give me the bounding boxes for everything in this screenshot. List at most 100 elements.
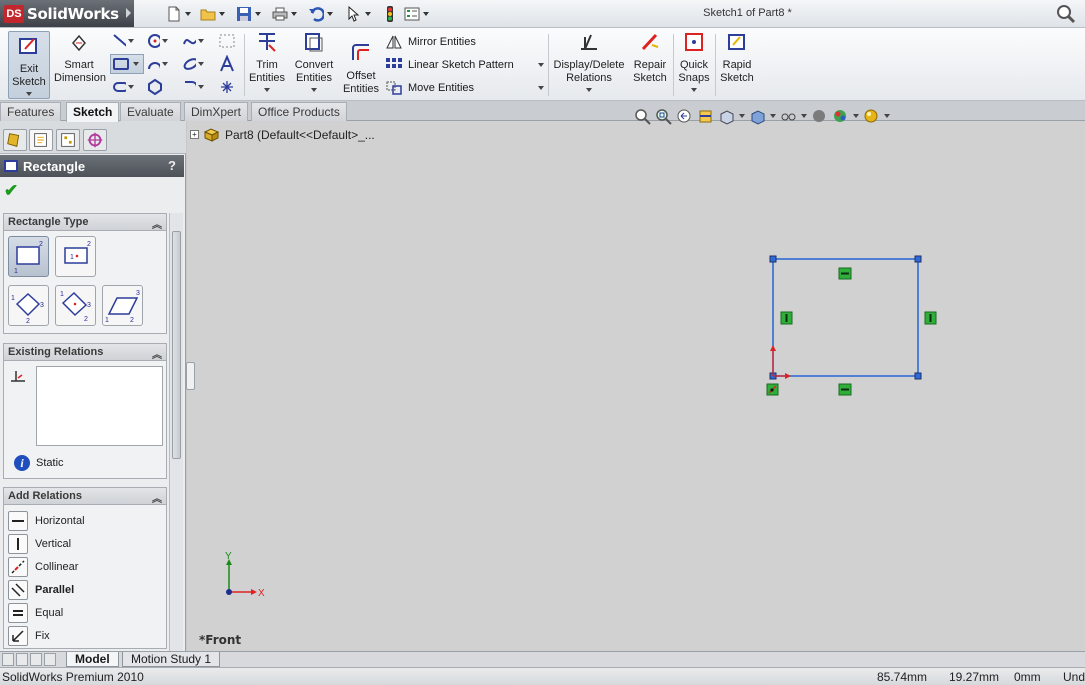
ellipse-tool[interactable] xyxy=(182,54,204,74)
construction-geometry-tool[interactable] xyxy=(218,31,240,51)
first-tab-nav-icon[interactable] xyxy=(2,653,14,666)
scrollbar-thumb[interactable] xyxy=(172,231,181,459)
group-header[interactable]: Rectangle Type ︽ xyxy=(4,214,166,231)
convert-entities-button[interactable]: Convert Entities xyxy=(292,31,336,92)
prev-tab-nav-icon[interactable] xyxy=(16,653,28,666)
corner-point[interactable] xyxy=(914,372,922,380)
parallelogram-option[interactable]: 1 3 2 xyxy=(102,285,143,326)
mirror-entities-button[interactable]: Mirror Entities xyxy=(385,32,476,52)
status-bar: SolidWorks Premium 2010 85.74mm 19.27mm … xyxy=(0,667,1085,685)
spline-tool[interactable] xyxy=(182,31,204,51)
tab-evaluate[interactable]: Evaluate xyxy=(120,102,181,121)
linear-sketch-pattern-button[interactable]: Linear Sketch Pattern xyxy=(385,55,544,75)
view-orientation-icon[interactable] xyxy=(718,108,735,125)
arc-tool[interactable] xyxy=(146,54,168,74)
coincident-relation-badge[interactable] xyxy=(766,383,779,396)
relation-fix[interactable]: Fix xyxy=(8,625,50,646)
chevron-down-icon xyxy=(538,86,544,90)
collapse-icon[interactable]: ︽ xyxy=(152,216,162,231)
point-tool[interactable] xyxy=(218,77,240,97)
circle-tool[interactable] xyxy=(146,31,168,51)
mirror-icon xyxy=(386,35,402,49)
collapse-icon[interactable]: ︽ xyxy=(152,490,162,505)
svg-text:2: 2 xyxy=(87,241,91,248)
horizontal-relation-badge[interactable] xyxy=(838,267,852,280)
quick-snaps-button[interactable]: Quick Snaps xyxy=(677,31,711,92)
vertical-relation-badge[interactable] xyxy=(924,311,937,325)
view-settings-icon[interactable] xyxy=(863,108,880,125)
sketch-canvas[interactable]: Y X xyxy=(187,121,1085,651)
edit-appearance-icon[interactable] xyxy=(811,108,828,125)
ok-check-icon[interactable]: ✔ xyxy=(4,181,18,201)
offset-entities-button[interactable]: Offset Entities xyxy=(341,42,381,96)
tab-dimxpert[interactable]: DimXpert xyxy=(184,102,249,121)
zoom-to-area-icon[interactable] xyxy=(655,108,672,125)
relation-collinear[interactable]: Collinear xyxy=(8,556,78,577)
add-relations-group: Add Relations ︽ Horizontal Vertical Coll… xyxy=(3,487,167,649)
group-header[interactable]: Existing Relations ︽ xyxy=(4,344,166,361)
tab-sketch[interactable]: Sketch xyxy=(66,102,120,122)
tab-model[interactable]: Model xyxy=(66,652,119,667)
last-tab-nav-icon[interactable] xyxy=(44,653,56,666)
relation-parallel[interactable]: Parallel xyxy=(8,579,74,600)
repair-sketch-button[interactable]: Repair Sketch xyxy=(632,31,668,85)
rapid-sketch-button[interactable]: Rapid Sketch xyxy=(719,31,755,85)
search-icon[interactable] xyxy=(1055,3,1077,25)
collapse-icon[interactable]: ︽ xyxy=(152,346,162,361)
corner-rectangle-icon: 12 xyxy=(14,241,43,275)
trim-entities-button[interactable]: Trim Entities xyxy=(248,31,286,92)
svg-text:2: 2 xyxy=(39,241,43,248)
configuration-manager-tab-icon[interactable] xyxy=(56,129,80,151)
panel-scrollbar[interactable] xyxy=(169,213,183,651)
rectangle-tool[interactable] xyxy=(110,54,144,74)
corner-point[interactable] xyxy=(914,255,922,263)
quick-snaps-icon xyxy=(685,33,703,51)
polygon-tool[interactable] xyxy=(146,77,168,97)
horizontal-relation-badge[interactable] xyxy=(838,383,852,396)
relation-equal[interactable]: Equal xyxy=(8,602,63,623)
corner-point[interactable] xyxy=(769,255,777,263)
panel-splitter-handle[interactable] xyxy=(186,362,195,390)
section-view-icon[interactable] xyxy=(697,108,714,125)
chevron-down-icon[interactable] xyxy=(853,114,859,118)
apply-scene-icon[interactable] xyxy=(832,108,849,125)
group-header[interactable]: Add Relations ︽ xyxy=(4,488,166,505)
tab-motion-study[interactable]: Motion Study 1 xyxy=(122,652,221,667)
slot-tool[interactable] xyxy=(112,77,134,97)
chevron-down-icon[interactable] xyxy=(801,114,807,118)
property-manager-tab-icon[interactable] xyxy=(29,129,53,151)
vertical-relation-badge[interactable] xyxy=(780,311,793,325)
move-entities-button[interactable]: Move Entities xyxy=(385,78,544,98)
feature-manager-tab-icon[interactable] xyxy=(3,129,27,151)
graphics-area[interactable]: + Part8 (Default<<Default>_... Y X *Fron… xyxy=(187,121,1085,651)
display-delete-relations-button[interactable]: Display/Delete Relations xyxy=(552,31,626,92)
relation-vertical[interactable]: Vertical xyxy=(8,533,71,554)
tab-office-products[interactable]: Office Products xyxy=(251,102,347,121)
fillet-tool[interactable] xyxy=(182,77,204,97)
three-point-corner-rectangle-option[interactable]: 1 3 2 xyxy=(8,285,49,326)
line-tool[interactable] xyxy=(112,31,134,51)
chevron-down-icon[interactable] xyxy=(884,114,890,118)
zoom-to-fit-icon[interactable] xyxy=(634,108,651,125)
previous-view-icon[interactable] xyxy=(676,108,693,125)
help-icon[interactable]: ? xyxy=(168,158,176,173)
chevron-down-icon[interactable] xyxy=(770,114,776,118)
next-tab-nav-icon[interactable] xyxy=(30,653,42,666)
corner-rectangle-option[interactable]: 12 xyxy=(8,236,49,277)
center-rectangle-option[interactable]: 12 xyxy=(55,236,96,277)
rapid-sketch-label: Rapid Sketch xyxy=(720,59,754,84)
relation-horizontal[interactable]: Horizontal xyxy=(8,510,85,531)
tab-features[interactable]: Features xyxy=(0,102,62,121)
chevron-down-icon[interactable] xyxy=(739,114,745,118)
exit-sketch-button[interactable]: Exit Sketch xyxy=(8,31,50,99)
smart-dimension-button[interactable]: Smart Dimension xyxy=(54,31,106,85)
parallel-relation-icon xyxy=(8,579,28,600)
coordinate-y: 19.27mm xyxy=(949,670,1000,684)
ellipse-icon xyxy=(183,58,196,70)
existing-relations-list[interactable] xyxy=(36,366,163,446)
dimxpert-manager-tab-icon[interactable] xyxy=(83,129,107,151)
hide-show-items-icon[interactable] xyxy=(780,108,797,125)
three-point-center-rectangle-option[interactable]: 1 3 2 xyxy=(55,285,96,326)
text-tool[interactable] xyxy=(218,54,240,74)
display-style-icon[interactable] xyxy=(749,108,766,125)
